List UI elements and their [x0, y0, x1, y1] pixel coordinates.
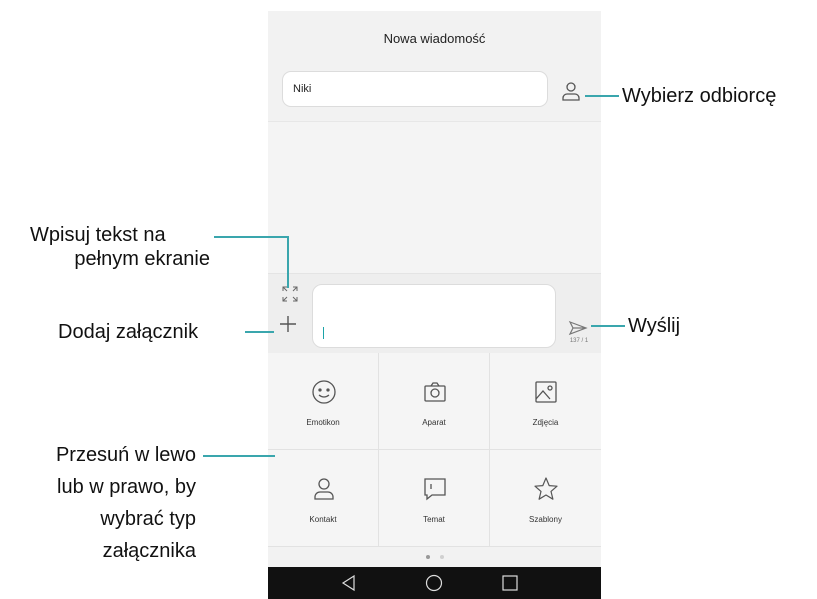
smiley-icon — [312, 380, 336, 404]
attachment-label: Emotikon — [306, 418, 340, 427]
callout-line-swipe — [203, 455, 275, 457]
person-icon[interactable] — [559, 79, 583, 103]
composer-bar: 137 / 1 — [268, 273, 601, 354]
callout-send: Wyślij — [628, 315, 681, 337]
callout-fullscreen-line1: Wpisuj tekst na — [30, 224, 166, 246]
character-counter: 137 / 1 — [569, 338, 589, 344]
attachment-label: Zdjęcia — [532, 418, 559, 427]
attachment-szablony[interactable]: Szablony — [490, 450, 601, 547]
page-indicator — [268, 547, 601, 567]
callout-swipe-line4: załącznika — [102, 540, 196, 562]
star-icon — [534, 477, 558, 500]
page-dot — [439, 555, 444, 559]
attachment-label: Temat — [423, 515, 445, 524]
attachment-label: Szablony — [529, 515, 562, 524]
attachment-emotikon[interactable]: Emotikon — [268, 353, 379, 450]
page-title: Nowa wiadomość — [383, 30, 486, 46]
message-input[interactable] — [312, 284, 556, 348]
callout-line-attach — [245, 331, 274, 333]
attachment-kontakt[interactable]: Kontakt — [268, 450, 379, 547]
plus-icon[interactable] — [276, 312, 300, 336]
callout-line-fullscreen-h — [214, 236, 289, 238]
callout-recipient: Wybierz odbiorcę — [622, 85, 777, 107]
callout-fullscreen-line2: pełnym ekranie — [74, 248, 210, 270]
message-square-icon — [424, 478, 446, 501]
message-thread-area — [268, 121, 601, 274]
page-dot-active — [425, 555, 430, 559]
attachment-label: Aparat — [422, 418, 446, 427]
attachment-aparat[interactable]: Aparat — [379, 353, 490, 450]
person-icon — [314, 478, 334, 500]
callout-attach: Dodaj załącznik — [58, 321, 199, 343]
recipient-input[interactable]: Niki — [282, 71, 548, 107]
image-icon — [535, 381, 557, 403]
recipient-value: Niki — [293, 83, 312, 95]
home-icon[interactable] — [425, 574, 443, 592]
attachment-label: Kontakt — [309, 515, 337, 524]
attachment-zdjecia[interactable]: Zdjęcia — [490, 353, 601, 450]
back-icon[interactable] — [340, 574, 358, 592]
callout-swipe-line3: wybrać typ — [100, 508, 196, 530]
send-icon[interactable] — [568, 320, 588, 336]
callout-swipe-line2: lub w prawo, by — [57, 476, 196, 498]
text-caret — [323, 327, 324, 339]
camera-icon — [424, 382, 446, 402]
system-nav-bar — [268, 567, 601, 599]
recipient-row: Niki — [268, 65, 601, 121]
callout-line-fullscreen-v — [287, 236, 289, 288]
recents-icon[interactable] — [501, 574, 519, 592]
callout-swipe-line1: Przesuń w lewo — [55, 444, 196, 466]
expand-icon[interactable] — [282, 286, 298, 302]
callout-line-send — [591, 325, 625, 327]
attachment-grid: Emotikon Aparat Zdjęcia Kontakt Temat Sz… — [268, 353, 601, 547]
callout-line-recipient — [585, 95, 619, 97]
title-bar: Nowa wiadomość — [268, 11, 601, 65]
attachment-temat[interactable]: Temat — [379, 450, 490, 547]
phone-screen: Nowa wiadomość Niki 137 / 1 Emotikon Apa… — [268, 11, 601, 599]
